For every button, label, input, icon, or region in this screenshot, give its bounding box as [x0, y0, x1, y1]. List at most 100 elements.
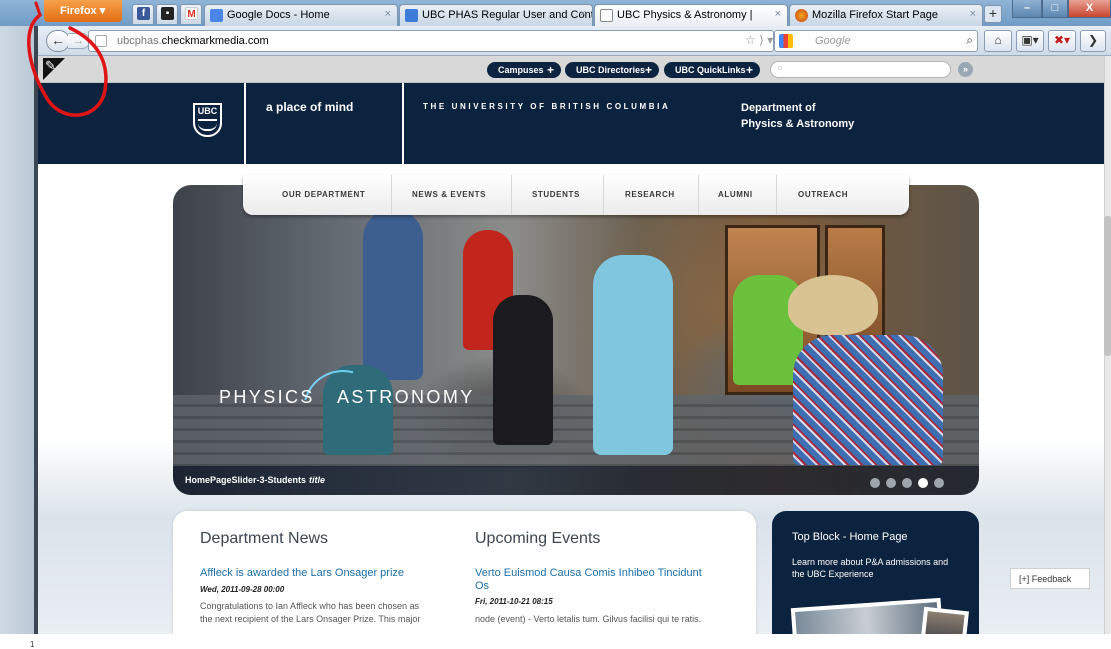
campuses-button[interactable]: Campuses +	[487, 62, 561, 78]
tab-close-icon[interactable]: ×	[775, 8, 781, 20]
nav-students[interactable]: STUDENTS	[532, 190, 580, 199]
slider-dots	[870, 475, 950, 488]
pinned-tab-gmail[interactable]: M	[180, 4, 202, 24]
addon-red-button[interactable]: ✖▾	[1048, 30, 1076, 52]
ubc-search-input[interactable]: ○	[770, 61, 951, 78]
nav-alumni[interactable]: ALUMNI	[718, 190, 753, 199]
url-prefix: ubcphas.	[117, 35, 162, 47]
hero-caption-text: HomePageSlider-3-Students	[185, 475, 307, 485]
ubc-quicklinks-button[interactable]: UBC QuickLinks +	[664, 62, 760, 78]
search-bar[interactable]: Google ⌕	[774, 30, 978, 52]
delicious-icon: ▪	[161, 7, 174, 20]
university-name[interactable]: THE UNIVERSITY OF BRITISH COLUMBIA	[423, 102, 670, 111]
department-news-title[interactable]: Department News	[200, 530, 328, 548]
hero-caption-bar: HomePageSlider-3-Students title	[173, 466, 979, 495]
new-tab-button[interactable]: +	[984, 5, 1002, 23]
tab-ubc-phas-user[interactable]: UBC PHAS Regular User and Cont... ×	[399, 4, 593, 26]
hero-title-physics: PHYSICS	[219, 387, 315, 407]
ubc-search-go-button[interactable]: »	[958, 62, 973, 77]
url-bar[interactable]: ubcphas.checkmarkmedia.com ☆ ⟩ ▾ C	[88, 30, 785, 52]
toolbar-more-button[interactable]: ❯	[1080, 30, 1106, 52]
pill-label: Campuses	[498, 65, 544, 75]
tab-title: UBC Physics & Astronomy |	[617, 9, 753, 21]
news-item-link[interactable]: Affleck is awarded the Lars Onsager priz…	[200, 567, 404, 580]
scrollbar-thumb[interactable]	[1104, 216, 1111, 356]
pinned-tab-delicious[interactable]: ▪	[156, 4, 178, 24]
hero-photo-person	[593, 255, 673, 455]
window-maximize-button[interactable]: □	[1042, 0, 1068, 18]
tab-close-icon[interactable]: ×	[580, 8, 586, 20]
hero-slider[interactable]: PHYSICS ASTRONOMY HomePageSlider-3-Stude…	[173, 185, 979, 495]
department-name[interactable]: Department of Physics & Astronomy	[741, 100, 854, 132]
pinned-tab-facebook[interactable]: f	[132, 4, 154, 24]
search-icon: ○	[777, 63, 784, 74]
department-line-2: Physics & Astronomy	[741, 118, 855, 130]
slider-dot-1[interactable]	[870, 478, 880, 488]
nav-outreach[interactable]: OUTREACH	[798, 190, 848, 199]
event-item-link[interactable]: Verto Euismod Causa Comis Inhibeo Tincid…	[475, 567, 702, 580]
browser-navigation-bar: ← → ubcphas.checkmarkmedia.com ☆ ⟩ ▾ C G…	[38, 26, 1111, 56]
hero-photo-person	[793, 335, 943, 465]
plus-icon: +	[546, 63, 554, 77]
nav-separator	[698, 175, 699, 215]
window-minimize-button[interactable]: –	[1012, 0, 1042, 18]
header-divider	[244, 83, 246, 164]
pill-label: UBC QuickLinks	[675, 65, 746, 75]
tab-title: Google Docs - Home	[227, 9, 330, 21]
ubc-crest-logo[interactable]: UBC	[193, 103, 222, 137]
tab-google-docs[interactable]: Google Docs - Home ×	[204, 4, 398, 26]
web-page: ✎ Campuses + UBC Directories + UBC QuickLi…	[38, 56, 1104, 634]
tab-close-icon[interactable]: ×	[385, 8, 391, 20]
site-identity-icon[interactable]	[95, 35, 107, 47]
nav-our-department[interactable]: OUR DEPARTMENT	[282, 190, 365, 199]
slider-dot-2[interactable]	[886, 478, 896, 488]
top-block-photo[interactable]	[920, 606, 969, 634]
top-block-photo[interactable]	[790, 597, 944, 634]
crest-waves	[198, 119, 217, 131]
url-domain: checkmarkmedia.com	[161, 35, 269, 47]
department-line-1: Department of	[741, 102, 816, 114]
forward-button[interactable]: →	[68, 33, 90, 49]
top-block-link[interactable]: Learn more about P&A admissions and the …	[792, 556, 962, 580]
event-item-date: Fri, 2011-10-21 08:15	[475, 597, 553, 606]
home-button[interactable]: ⌂	[984, 30, 1012, 52]
nav-news-events[interactable]: NEWS & EVENTS	[412, 190, 486, 199]
tab-title: Mozilla Firefox Start Page	[812, 9, 938, 21]
crest-text: UBC	[197, 106, 218, 116]
admin-tools-toggle[interactable]: ✎	[43, 58, 65, 80]
event-item-link[interactable]: Os	[475, 580, 489, 593]
search-icon[interactable]: ⌕	[966, 33, 973, 48]
firefox-icon	[795, 9, 808, 22]
upcoming-events-title[interactable]: Upcoming Events	[475, 530, 600, 548]
tab-mozilla-start[interactable]: Mozilla Firefox Start Page ×	[789, 4, 983, 26]
hero-photo-person	[363, 210, 423, 380]
feedback-button[interactable]: [+] Feedback	[1010, 568, 1090, 589]
puzzle-icon: ✖▾	[1053, 33, 1071, 47]
wrench-icon: ✎	[45, 58, 56, 73]
ubc-directories-button[interactable]: UBC Directories +	[565, 62, 659, 78]
window-close-button[interactable]: X	[1068, 0, 1111, 18]
news-item-date: Wed, 2011-09-28 00:00	[200, 585, 285, 594]
nav-separator	[391, 175, 392, 215]
google-engine-icon[interactable]	[779, 34, 793, 48]
slider-dot-5[interactable]	[934, 478, 944, 488]
nav-research[interactable]: RESEARCH	[625, 190, 675, 199]
vertical-scrollbar[interactable]	[1104, 56, 1111, 634]
news-item-text: the next recipient of the Lars Onsager P…	[200, 614, 421, 624]
addon-button[interactable]: ▣▾	[1016, 30, 1044, 52]
hero-caption-suffix: title	[309, 475, 326, 485]
slider-dot-4[interactable]	[918, 478, 928, 488]
ubc-tagline[interactable]: a place of mind	[266, 100, 353, 114]
tab-close-icon[interactable]: ×	[970, 8, 976, 20]
hero-photo-person	[493, 295, 553, 445]
blank-page-icon	[600, 9, 613, 22]
firefox-menu-label: Firefox	[60, 5, 97, 17]
hero-photo-hat	[788, 275, 878, 335]
firefox-menu-button[interactable]: Firefox ▾	[44, 0, 122, 22]
slider-dot-3[interactable]	[902, 478, 912, 488]
left-sidebar: 1	[0, 26, 38, 649]
tab-ubc-physics-astronomy[interactable]: UBC Physics & Astronomy | ×	[594, 4, 788, 27]
back-button[interactable]: ←	[46, 30, 70, 52]
top-block-title: Top Block - Home Page	[792, 531, 908, 543]
news-item-text: Congratulations to Ian Affleck who has b…	[200, 601, 419, 611]
